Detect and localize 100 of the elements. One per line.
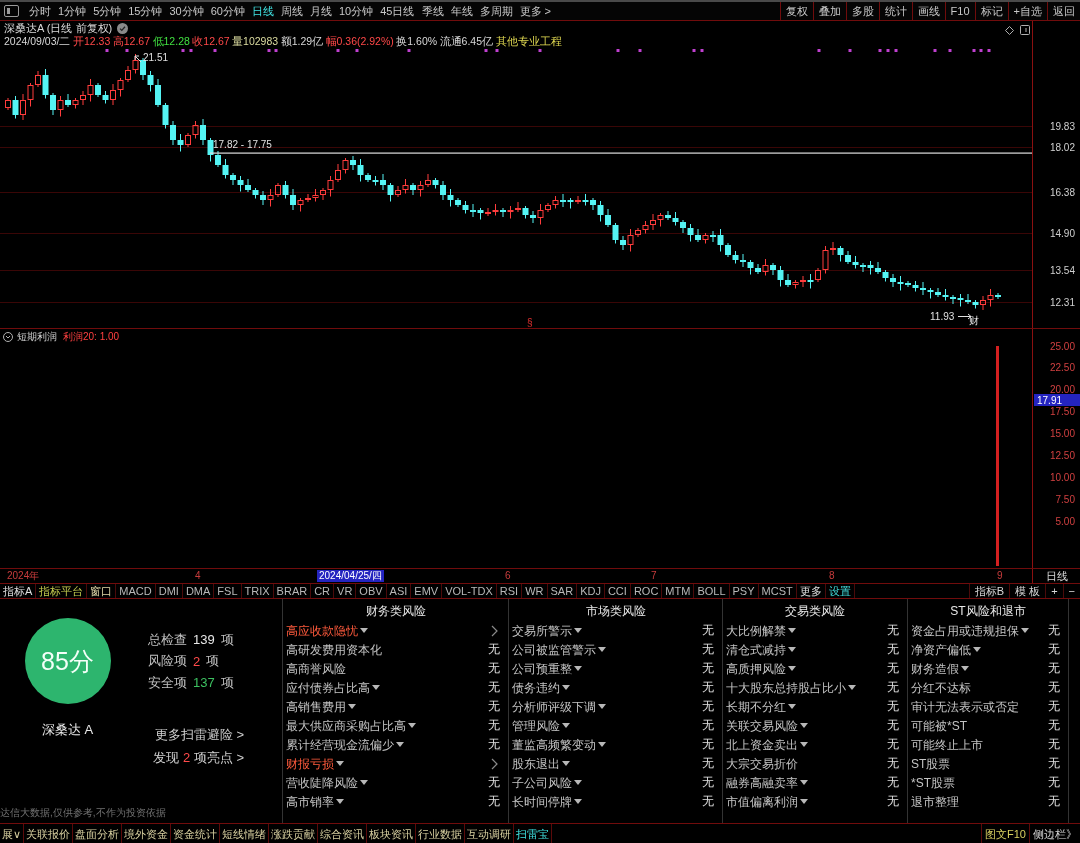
indicator-tab[interactable]: 窗口 bbox=[87, 584, 117, 598]
risk-item-label[interactable]: ST股票 bbox=[911, 755, 951, 772]
indicator-tab[interactable]: MTM bbox=[662, 584, 695, 598]
indicator-tab[interactable]: ASI bbox=[386, 584, 412, 598]
indicator-tab[interactable]: MCST bbox=[758, 584, 797, 598]
indicator-tab[interactable]: MACD bbox=[116, 584, 156, 598]
toolbar-button[interactable]: F10 bbox=[944, 2, 975, 20]
bottom-tab[interactable]: 行业数据 bbox=[416, 824, 466, 843]
period-tab[interactable]: 多周期 bbox=[479, 4, 513, 18]
risk-item-label[interactable]: 高质押风险 bbox=[726, 660, 796, 677]
risk-item-label[interactable]: 长期不分红 bbox=[726, 698, 796, 715]
toolbar-button[interactable]: 返回 bbox=[1047, 2, 1080, 20]
panel-button[interactable]: + bbox=[1045, 584, 1063, 598]
period-tab[interactable]: 15分钟 bbox=[128, 4, 163, 18]
risk-item-label[interactable]: 市值偏离利润 bbox=[726, 793, 808, 810]
risk-item-label[interactable]: 管理风险 bbox=[512, 717, 570, 734]
risk-item-label[interactable]: 资金占用或违规担保 bbox=[911, 622, 1029, 639]
bottom-tab[interactable]: 涨跌贡献 bbox=[269, 824, 319, 843]
period-tab[interactable]: 1分钟 bbox=[58, 4, 87, 18]
risk-item-label[interactable]: 退市整理 bbox=[911, 793, 959, 810]
indicator-tab[interactable]: BOLL bbox=[694, 584, 730, 598]
more-scan-link[interactable]: 更多扫雷避险 > bbox=[154, 723, 244, 745]
bottom-tab[interactable]: 综合资讯 bbox=[318, 824, 368, 843]
bottom-tab[interactable]: 盘面分析 bbox=[73, 824, 123, 843]
indicator-tab[interactable]: RSI bbox=[496, 584, 523, 598]
risk-item-label[interactable]: 最大供应商采购占比高 bbox=[286, 717, 416, 734]
risk-item-label[interactable]: 高市销率 bbox=[286, 793, 344, 810]
period-tab[interactable]: 5分钟 bbox=[93, 4, 122, 18]
period-tab[interactable]: 60分钟 bbox=[210, 4, 245, 18]
risk-item-label[interactable]: 高应收款隐忧 bbox=[286, 622, 368, 639]
toolbar-button[interactable]: 叠加 bbox=[812, 2, 846, 20]
bottom-tab[interactable]: 关联报价 bbox=[24, 824, 74, 843]
bottom-tab[interactable]: 资金统计 bbox=[171, 824, 221, 843]
bottom-tab[interactable]: 短线情绪 bbox=[220, 824, 270, 843]
risk-item-label[interactable]: 北上资金卖出 bbox=[726, 736, 808, 753]
period-tab[interactable]: 日线 bbox=[252, 4, 274, 18]
indicator-tab[interactable]: 更多 bbox=[796, 584, 826, 598]
indicator-tab[interactable]: 设置 bbox=[825, 584, 855, 598]
period-tab[interactable]: 更多 > bbox=[519, 4, 551, 18]
panel-button[interactable]: 模 板 bbox=[1009, 584, 1046, 598]
period-tab[interactable]: 分时 bbox=[29, 4, 51, 18]
indicator-tab[interactable]: EMV bbox=[411, 584, 443, 598]
toolbar-button[interactable]: 标记 bbox=[974, 2, 1008, 20]
risk-item-label[interactable]: 董监高频繁变动 bbox=[512, 736, 606, 753]
period-tab[interactable]: 30分钟 bbox=[169, 4, 204, 18]
indicator-tab[interactable]: VR bbox=[334, 584, 357, 598]
indicator-tab[interactable]: 指标A bbox=[0, 584, 37, 598]
risk-item-label[interactable]: 大宗交易折价 bbox=[726, 755, 798, 772]
bottom-tab[interactable]: 板块资讯 bbox=[367, 824, 417, 843]
window-icon[interactable] bbox=[1020, 25, 1030, 35]
risk-item-label[interactable]: 分红不达标 bbox=[911, 679, 971, 696]
period-tab[interactable]: 周线 bbox=[281, 4, 303, 18]
risk-item-label[interactable]: 财报亏损 bbox=[286, 755, 344, 772]
period-tab[interactable]: 10分钟 bbox=[339, 4, 374, 18]
indicator-tab[interactable]: BRAR bbox=[273, 584, 312, 598]
indicator-tab[interactable]: CCI bbox=[604, 584, 631, 598]
toolbar-button[interactable]: 统计 bbox=[878, 2, 912, 20]
risk-item-label[interactable]: 清仓式减持 bbox=[726, 641, 796, 658]
risk-item-label[interactable]: 可能终止上市 bbox=[911, 736, 983, 753]
risk-item-label[interactable]: 分析师评级下调 bbox=[512, 698, 606, 715]
risk-item-label[interactable]: 关联交易风险 bbox=[726, 717, 808, 734]
indicator-tab[interactable]: KDJ bbox=[577, 584, 605, 598]
risk-item-label[interactable]: 财务造假 bbox=[911, 660, 969, 677]
indicator-tab[interactable]: CR bbox=[311, 584, 335, 598]
risk-item-label[interactable]: *ST股票 bbox=[911, 774, 955, 791]
indicator-tab[interactable]: OBV bbox=[356, 584, 387, 598]
risk-item-label[interactable]: 债务违约 bbox=[512, 679, 570, 696]
chevron-icon[interactable] bbox=[491, 757, 498, 770]
risk-item-label[interactable]: 高研发费用资本化 bbox=[286, 641, 382, 658]
indicator-tab[interactable]: PSY bbox=[729, 584, 759, 598]
bottom-tab[interactable]: 境外资金 bbox=[122, 824, 172, 843]
indicator-tab[interactable]: WR bbox=[522, 584, 548, 598]
risk-item-label[interactable]: 子公司风险 bbox=[512, 774, 582, 791]
risk-item-label[interactable]: 净资产偏低 bbox=[911, 641, 981, 658]
bottom-tab[interactable]: 互动调研 bbox=[465, 824, 515, 843]
risk-item-label[interactable]: 公司被监管警示 bbox=[512, 641, 606, 658]
sidebar-toggle-icon[interactable] bbox=[4, 5, 19, 17]
period-tab[interactable]: 月线 bbox=[310, 4, 332, 18]
risk-item-label[interactable]: 长时间停牌 bbox=[512, 793, 582, 810]
indicator-tab[interactable]: VOL-TDX bbox=[442, 584, 497, 598]
indicator-tab[interactable]: DMA bbox=[182, 584, 215, 598]
risk-item-label[interactable]: 累计经营现金流偏少 bbox=[286, 736, 404, 753]
risk-item-label[interactable]: 股东退出 bbox=[512, 755, 570, 772]
risk-item-label[interactable]: 十大股东总持股占比小 bbox=[726, 679, 856, 696]
chevron-icon[interactable] bbox=[491, 624, 498, 637]
risk-item-label[interactable]: 应付债券占比高 bbox=[286, 679, 380, 696]
risk-item-label[interactable]: 交易所警示 bbox=[512, 622, 582, 639]
toolbar-button[interactable]: 多股 bbox=[845, 2, 879, 20]
risk-item-label[interactable]: 公司预重整 bbox=[512, 660, 582, 677]
indicator-tab[interactable]: FSL bbox=[214, 584, 242, 598]
chevron-circle-icon[interactable] bbox=[3, 332, 13, 342]
panel-button[interactable]: 指标B bbox=[968, 584, 1010, 598]
highlights-link[interactable]: 发现 2 项亮点 > bbox=[153, 746, 244, 768]
diamond-icon[interactable] bbox=[1005, 25, 1014, 35]
risk-item-label[interactable]: 高商誉风险 bbox=[286, 660, 346, 677]
risk-item-label[interactable]: 审计无法表示或否定 bbox=[911, 698, 1019, 715]
indicator-tab[interactable]: ROC bbox=[630, 584, 663, 598]
risk-item-label[interactable]: 融券高融卖率 bbox=[726, 774, 808, 791]
risk-item-label[interactable]: 可能被*ST bbox=[911, 717, 967, 734]
bottom-bar-button[interactable]: 侧边栏》 bbox=[1029, 824, 1080, 843]
